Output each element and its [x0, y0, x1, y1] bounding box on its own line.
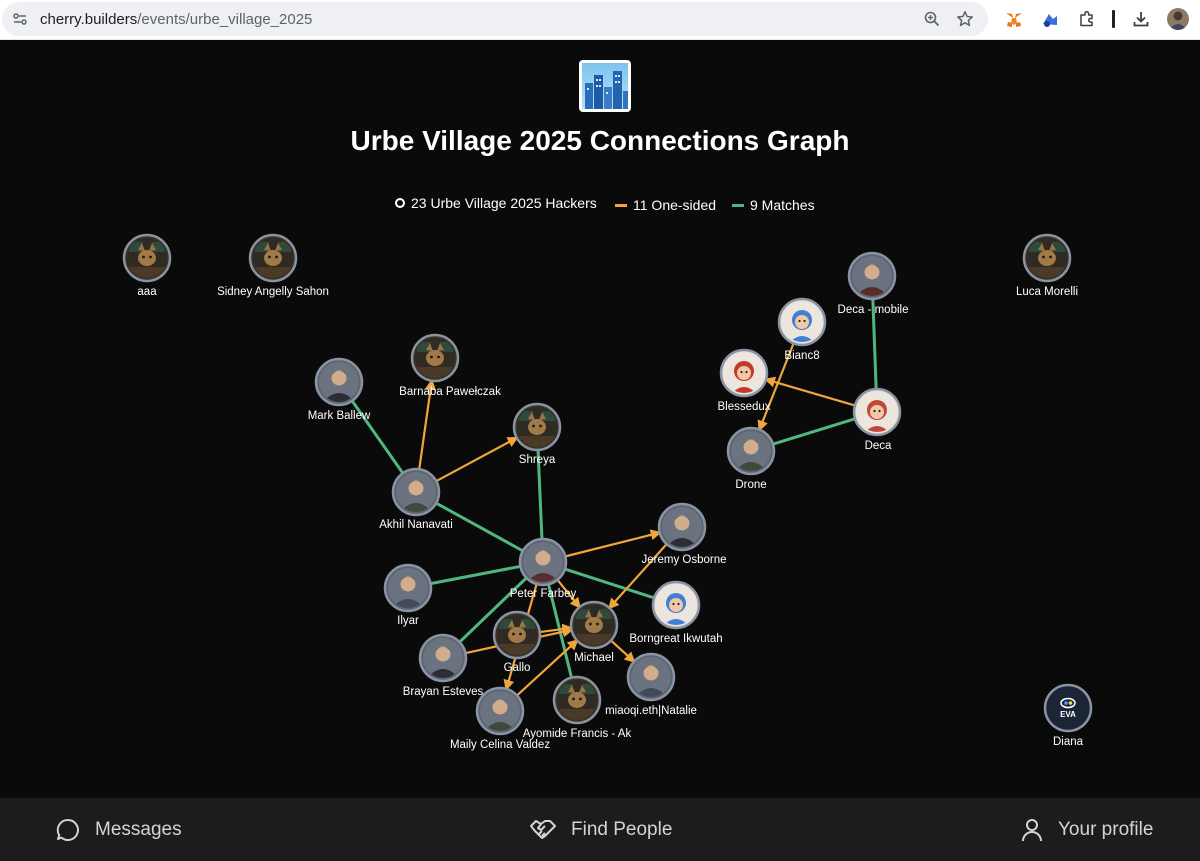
- address-bar[interactable]: cherry.builders/events/urbe_village_2025: [2, 2, 988, 36]
- person-photo-icon: [523, 542, 563, 582]
- cartoon-avatar-icon: [656, 585, 696, 625]
- node-drone[interactable]: Drone: [726, 426, 776, 491]
- handshake-icon: [530, 819, 556, 839]
- cartoon-avatar-icon: [724, 353, 764, 393]
- cartoon-avatar-icon: [857, 392, 897, 432]
- node-label: Ilyar: [397, 615, 419, 627]
- node-label: Diana: [1053, 736, 1084, 748]
- site-settings-icon[interactable]: [12, 11, 28, 27]
- node-sidney[interactable]: Sidney Angelly Sahon: [217, 233, 329, 298]
- node-label: Luca Morelli: [1016, 286, 1078, 298]
- connections-graph: aaa Sidney Angelly Sahon Luca Morelli Mark …: [122, 233, 1093, 751]
- eva-logo-text: EVA: [1060, 710, 1076, 719]
- graph-page: Urbe Village 2025 Connections Graph 23 U…: [0, 40, 1200, 798]
- node-label: Deca: [865, 440, 892, 452]
- cartoon-avatar-icon: [782, 302, 822, 342]
- node-label: Michael: [574, 652, 614, 664]
- person-photo-icon: [631, 657, 671, 697]
- person-photo-icon: [480, 691, 520, 731]
- person-photo-icon: [423, 638, 463, 678]
- node-brayan[interactable]: Brayan Esteves: [403, 633, 484, 698]
- node-gallo[interactable]: Gallo: [492, 610, 542, 674]
- browser-profile-avatar[interactable]: [1167, 8, 1189, 30]
- person-photo-icon: [396, 472, 436, 512]
- node-decamobile[interactable]: Deca - mobile: [838, 251, 909, 316]
- node-label: Brayan Esteves: [403, 686, 484, 698]
- person-photo-icon: [662, 507, 702, 547]
- cat-hacker-icon: [253, 238, 293, 278]
- download-icon[interactable]: [1131, 9, 1151, 29]
- bottom-navigation: Messages Find People Your profile: [0, 798, 1200, 861]
- nav-find-people-label: Find People: [571, 818, 673, 840]
- nav-your-profile-label: Your profile: [1058, 818, 1154, 840]
- node-luca[interactable]: Luca Morelli: [1016, 233, 1078, 298]
- node-label: Sidney Angelly Sahon: [217, 286, 329, 298]
- node-label: Peter Farbey: [510, 588, 577, 600]
- match-edge-ilyar-peter: [428, 564, 522, 586]
- node-mark[interactable]: Mark Ballew: [308, 357, 371, 422]
- node-label: Mark Ballew: [308, 410, 371, 422]
- node-ilyar[interactable]: Ilyar: [383, 563, 433, 627]
- node-michael[interactable]: Michael: [569, 600, 619, 664]
- person-photo-icon: [852, 256, 892, 296]
- node-label: Gallo: [504, 662, 531, 674]
- node-label: aaa: [137, 286, 157, 298]
- metamask-extension-icon[interactable]: [1004, 10, 1024, 30]
- browser-toolbar: cherry.builders/events/urbe_village_2025: [0, 0, 1200, 40]
- zoom-icon[interactable]: [923, 10, 941, 28]
- node-blessedux[interactable]: Blessedux: [717, 348, 771, 413]
- node-label: Maily Celina Valdez: [450, 739, 550, 751]
- node-label: Drone: [735, 479, 766, 491]
- node-label: miaoqi.eth|Natalie: [605, 705, 697, 717]
- one-sided-edge-akhil-shreya: [433, 436, 519, 484]
- node-diana[interactable]: EVA Diana: [1043, 683, 1093, 748]
- node-label: Borngreat Ikwutah: [629, 633, 722, 645]
- cat-hacker-icon: [497, 615, 537, 655]
- chat-bubble-icon: [56, 818, 79, 841]
- node-label: Akhil Nanavati: [379, 519, 453, 531]
- cat-hacker-icon: [517, 407, 557, 447]
- node-label: Deca - mobile: [838, 304, 909, 316]
- person-photo-icon: [319, 362, 359, 402]
- toolbar-divider: [1112, 10, 1115, 28]
- node-barnaba[interactable]: Barnaba Pawełczak: [399, 333, 501, 398]
- cat-hacker-icon: [574, 605, 614, 645]
- match-edge-deca-drone: [771, 416, 858, 446]
- nav-your-profile-button[interactable]: Your profile: [1020, 798, 1153, 861]
- graph-nodes: aaa Sidney Angelly Sahon Luca Morelli Mark …: [122, 233, 1093, 751]
- eva-logo-icon: EVA: [1048, 688, 1088, 728]
- node-bianc8[interactable]: Bianc8: [777, 297, 827, 362]
- cat-hacker-icon: [557, 680, 597, 720]
- nav-find-people-button[interactable]: Find People: [529, 798, 672, 861]
- user-icon: [1022, 818, 1042, 841]
- cat-hacker-icon: [415, 338, 455, 378]
- person-photo-icon: [388, 568, 428, 608]
- node-label: Jeremy Osborne: [641, 554, 726, 566]
- url-domain: cherry.builders: [40, 11, 138, 28]
- node-miaoqi[interactable]: miaoqi.eth|Natalie: [605, 652, 697, 717]
- extension-icon[interactable]: [1040, 10, 1060, 30]
- node-deca[interactable]: Deca: [852, 387, 902, 452]
- nav-messages-button[interactable]: Messages: [55, 798, 182, 861]
- person-photo-icon: [731, 431, 771, 471]
- node-shreya[interactable]: Shreya: [512, 402, 562, 466]
- node-label: Shreya: [519, 454, 556, 466]
- puzzle-extensions-icon[interactable]: [1077, 9, 1097, 29]
- cat-hacker-icon: [127, 238, 167, 278]
- bookmark-star-icon[interactable]: [956, 10, 974, 28]
- nav-messages-label: Messages: [95, 818, 182, 840]
- node-label: Blessedux: [717, 401, 770, 413]
- url-text[interactable]: cherry.builders/events/urbe_village_2025: [40, 11, 312, 28]
- cat-hacker-icon: [1027, 238, 1067, 278]
- node-borngreat[interactable]: Borngreat Ikwutah: [629, 580, 723, 645]
- url-path: /events/urbe_village_2025: [137, 11, 313, 28]
- node-label: Barnaba Pawełczak: [399, 386, 501, 398]
- node-label: Bianc8: [784, 350, 819, 362]
- node-aaa[interactable]: aaa: [122, 233, 172, 298]
